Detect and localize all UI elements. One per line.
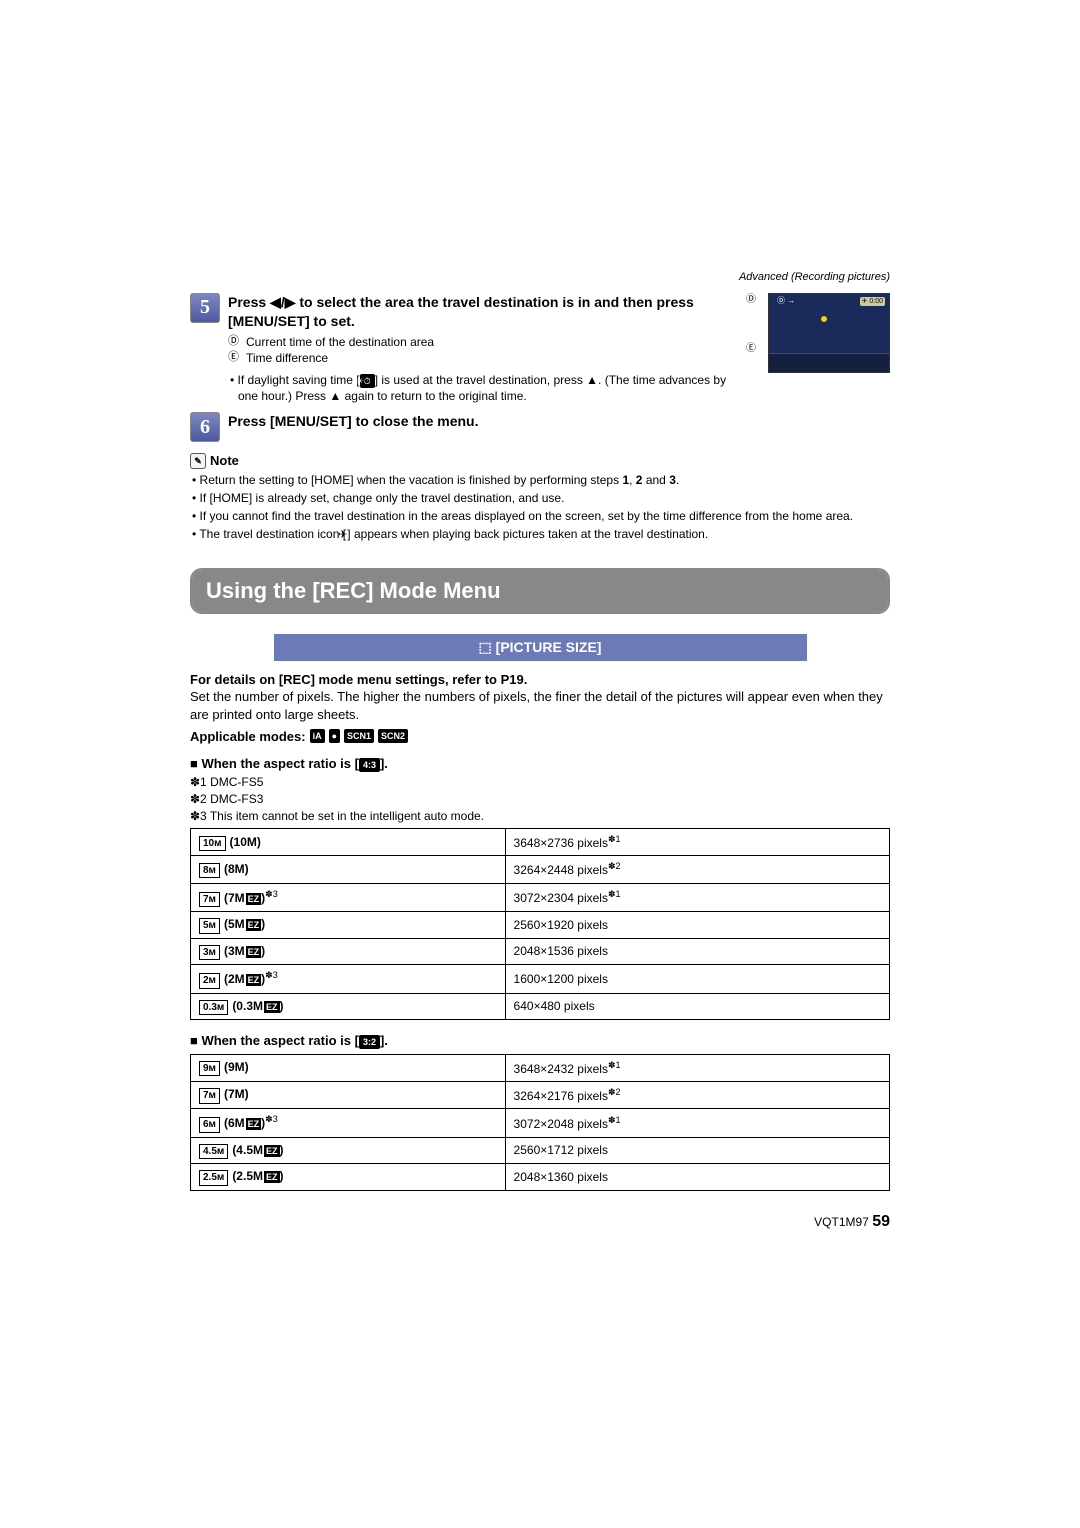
size-icon: 2.5ᴍ [199, 1170, 228, 1186]
step-number-6: 6 [190, 412, 220, 442]
mode-scn1: SCN1 [344, 729, 374, 743]
table-row: 5ᴍ(5MEZ)2560×1920 pixels [191, 912, 890, 939]
table-row: 9ᴍ(9M)3648×2432 pixels✽1 [191, 1054, 890, 1081]
note-icon: ✎ [190, 453, 206, 469]
table-row: 10ᴍ(10M)3648×2736 pixels✽1 [191, 829, 890, 856]
size-icon: 4.5ᴍ [199, 1144, 228, 1160]
picture-size-bar: ⬚ [PICTURE SIZE] [274, 634, 807, 661]
footnote-1: ✽1 DMC-FS5 [190, 774, 890, 790]
map-bottom-bar: CANCEL🅼 SELECT◀▶ SET🅼 [773, 360, 874, 369]
page-number: 59 [872, 1213, 890, 1230]
ez-badge: EZ [246, 946, 262, 958]
mode-camera: ● [329, 729, 340, 743]
size-icon: 0.3ᴍ [199, 1000, 228, 1016]
footnote-2: ✽2 DMC-FS3 [190, 791, 890, 807]
size-icon: 5ᴍ [199, 918, 220, 934]
size-icon: 7ᴍ [199, 892, 220, 908]
marker-d: Ⓓ [228, 334, 242, 350]
step-6: 6 Press [MENU/SET] to close the menu. [190, 412, 890, 442]
table-32: 9ᴍ(9M)3648×2432 pixels✽17ᴍ(7M)3264×2176 … [190, 1054, 890, 1191]
arrow-left-right-icon: ◀/▶ [270, 294, 295, 310]
note-4: • The travel destination icon [✈] appear… [190, 526, 890, 543]
table-row: 8ᴍ(8M)3264×2448 pixels✽2 [191, 856, 890, 883]
aspect-43-heading: ■ When the aspect ratio is [4:3]. [190, 755, 890, 773]
table-row: 2ᴍ(2MEZ)✽31600×1200 pixels [191, 965, 890, 994]
map-markers: Ⓓ Ⓔ [746, 293, 756, 356]
ez-badge: EZ [246, 1118, 262, 1130]
size-icon: 3ᴍ [199, 945, 220, 961]
aspect-32-chip: 3:2 [359, 1035, 380, 1049]
table-row: 7ᴍ(7MEZ)✽33072×2304 pixels✽1 [191, 883, 890, 912]
table-43: 10ᴍ(10M)3648×2736 pixels✽18ᴍ(8M)3264×244… [190, 828, 890, 1020]
aspect-32-heading: ■ When the aspect ratio is [3:2]. [190, 1032, 890, 1050]
table-row: 4.5ᴍ(4.5MEZ)2560×1712 pixels [191, 1137, 890, 1164]
size-icon: 8ᴍ [199, 863, 220, 879]
page-footer: VQT1M97 59 [190, 1211, 890, 1233]
note-heading: ✎ Note [190, 452, 890, 470]
map-clock: ✈ 0:00 [860, 297, 885, 306]
size-icon: 9ᴍ [199, 1061, 220, 1077]
step-6-title: Press [MENU/SET] to close the menu. [228, 412, 890, 431]
map-d-arrow: Ⓓ → [777, 296, 795, 307]
picsize-desc: Set the number of pixels. The higher the… [190, 688, 890, 723]
table-row: 6ᴍ(6MEZ)✽33072×2048 pixels✽1 [191, 1109, 890, 1138]
ez-badge: EZ [246, 893, 262, 905]
manual-page: Advanced (Recording pictures) 5 Press ◀/… [190, 270, 890, 1232]
note-2: • If [HOME] is already set, change only … [190, 490, 890, 506]
ez-badge: EZ [246, 974, 262, 986]
ez-badge: EZ [264, 1001, 280, 1013]
rec-section: Using the [REC] Mode Menu [190, 568, 890, 614]
size-icon: 6ᴍ [199, 1117, 220, 1133]
marker-e: Ⓔ [228, 350, 242, 366]
daylight-icon: ☀⏱ [360, 374, 375, 388]
ez-badge: EZ [264, 1171, 280, 1183]
note-1: • Return the setting to [HOME] when the … [190, 472, 890, 488]
step-5-body: Press ◀/▶ to select the area the travel … [228, 293, 738, 407]
table-row: 7ᴍ(7M)3264×2176 pixels✽2 [191, 1081, 890, 1108]
mode-ia: iA [310, 729, 325, 743]
size-icon: 2ᴍ [199, 973, 220, 989]
step-number-5: 5 [190, 293, 220, 323]
table-row: 0.3ᴍ(0.3MEZ)640×480 pixels [191, 993, 890, 1020]
footnote-3: ✽3 This item cannot be set in the intell… [190, 808, 890, 824]
step-5-dst-note: • If daylight saving time [☀⏱] is used a… [228, 372, 738, 404]
size-icon: 10ᴍ [199, 836, 226, 852]
world-map-thumbnail: Ⓓ → ✈ 0:00 CANCEL🅼 SELECT◀▶ SET🅼 [768, 293, 890, 373]
mode-scn2: SCN2 [378, 729, 408, 743]
table-row: 3ᴍ(3MEZ)2048×1536 pixels [191, 938, 890, 965]
section-header: Advanced (Recording pictures) [190, 270, 890, 285]
note-3: • If you cannot find the travel destinat… [190, 508, 890, 524]
ez-badge: EZ [246, 919, 262, 931]
ez-badge: EZ [264, 1145, 280, 1157]
step-5-title: Press ◀/▶ to select the area the travel … [228, 293, 738, 331]
size-icon: 7ᴍ [199, 1088, 220, 1104]
step-5: 5 Press ◀/▶ to select the area the trave… [190, 293, 890, 407]
step-5-sublist: ⒹCurrent time of the destination area ⒺT… [228, 334, 738, 366]
table-row: 2.5ᴍ(2.5MEZ)2048×1360 pixels [191, 1164, 890, 1191]
details-line: For details on [REC] mode menu settings,… [190, 671, 890, 689]
map-location-dot [821, 316, 827, 322]
applicable-modes: Applicable modes: iA ● SCN1 SCN2 [190, 728, 890, 746]
picture-size-icon: ⬚ [479, 639, 492, 655]
rec-title: Using the [REC] Mode Menu [192, 570, 888, 612]
aspect-43-chip: 4:3 [359, 758, 380, 772]
